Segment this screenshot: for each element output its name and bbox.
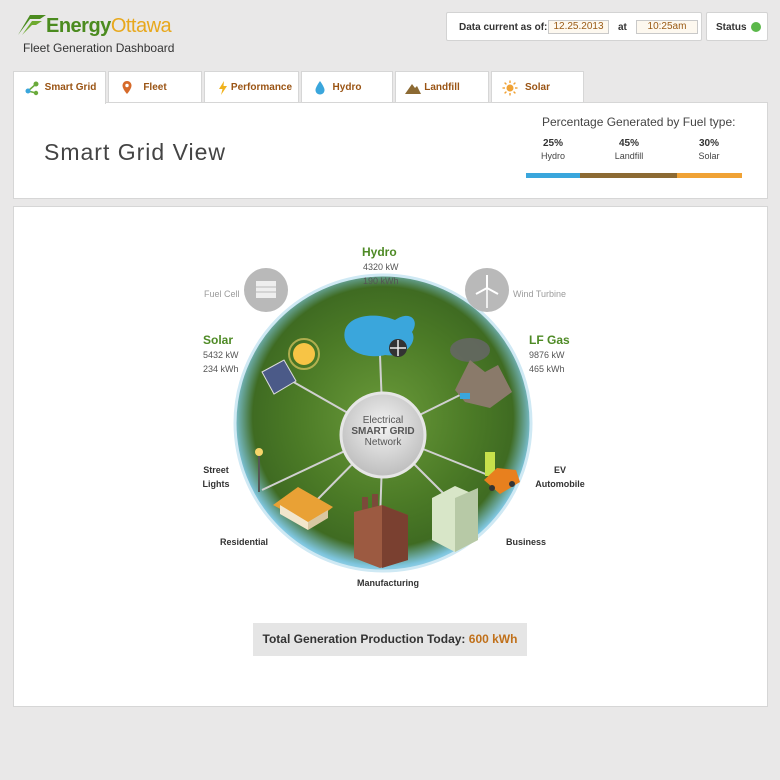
hydro-title: Hydro	[362, 245, 397, 259]
hub-line2: SMART GRID	[351, 426, 415, 437]
lfgas-title: LF Gas	[529, 333, 570, 347]
hub-line3: Network	[364, 437, 402, 448]
solar-title: Solar	[203, 333, 234, 347]
hub-label: Electrical SMART GRID Network	[343, 415, 423, 448]
ev-label: EV Automobile	[530, 465, 590, 489]
total-generation-box: Total Generation Production Today: 600 k…	[253, 623, 527, 656]
hydro-kw: 4320 kW	[363, 262, 399, 272]
hydro-kwh: 190 kWh	[363, 276, 399, 286]
lfgas-kw: 9876 kW	[529, 350, 565, 360]
wind-turbine-icon	[465, 268, 509, 312]
business-label: Business	[506, 537, 547, 547]
solar-kwh: 234 kWh	[203, 364, 239, 374]
fuel-cell-label: Fuel Cell	[204, 289, 240, 299]
office-building-icon	[432, 486, 478, 552]
hub-line1: Electrical	[362, 415, 404, 426]
street-lights-label: Street Lights	[196, 465, 236, 489]
street-lights-line1: Street	[203, 465, 229, 475]
wind-turbine-label: Wind Turbine	[513, 289, 567, 299]
hydro-dam-icon	[344, 315, 415, 357]
total-label: Total Generation Production Today:	[262, 632, 466, 646]
fuel-cell-icon	[244, 268, 288, 312]
residential-label: Residential	[220, 537, 269, 547]
street-lights-line2: Lights	[202, 479, 230, 489]
solar-kw: 5432 kW	[203, 350, 239, 360]
tab-label: Smart Grid	[44, 82, 97, 93]
tab-smart-grid[interactable]: Smart Grid	[13, 71, 106, 104]
manufacturing-label: Manufacturing	[357, 578, 419, 588]
smart-grid-diagram	[233, 268, 533, 573]
ev-line2: Automobile	[535, 479, 585, 489]
lfgas-kwh: 465 kWh	[529, 364, 565, 374]
total-value: 600 kWh	[468, 632, 518, 646]
ev-line1: EV	[553, 465, 566, 475]
